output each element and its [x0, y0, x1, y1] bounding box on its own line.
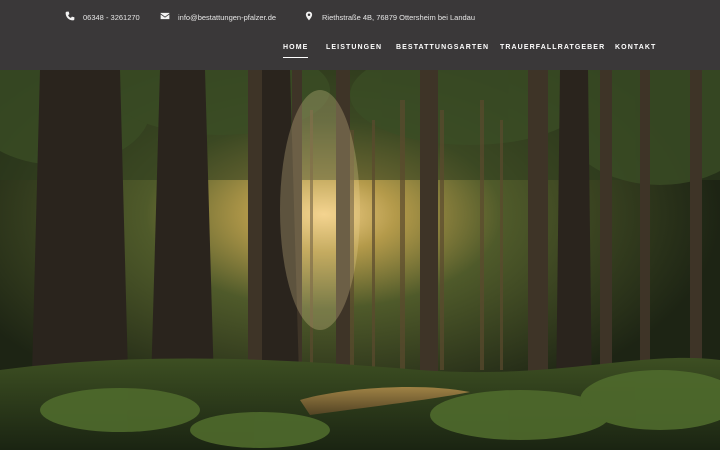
email-address: info@bestattungen-pfalzer.de: [178, 12, 277, 22]
forest-photo: [0, 70, 720, 450]
nav-home[interactable]: HOME: [283, 44, 309, 58]
nav-leistungen[interactable]: LEISTUNGEN: [326, 44, 382, 51]
hero-image: [0, 70, 720, 450]
nav-kontakt[interactable]: KONTAKT: [615, 44, 656, 51]
email-contact[interactable]: info@bestattungen-pfalzer.de: [160, 10, 276, 24]
contact-bar: 06348 - 3261270 info@bestattungen-pfalze…: [0, 10, 720, 24]
main-nav: HOME LEISTUNGEN BESTATTUNGSARTEN TRAUERF…: [0, 44, 720, 60]
phone-icon: [65, 11, 75, 23]
address-text: Riethstraße 4B, 76879 Ottersheim bei Lan…: [322, 12, 476, 22]
nav-bestattungsarten[interactable]: BESTATTUNGSARTEN: [396, 44, 489, 51]
phone-number: 06348 - 3261270: [83, 12, 140, 22]
map-marker-icon: [304, 11, 314, 23]
site-header: 06348 - 3261270 info@bestattungen-pfalze…: [0, 0, 720, 70]
phone-contact[interactable]: 06348 - 3261270: [65, 10, 140, 24]
envelope-icon: [160, 11, 170, 23]
nav-trauerfallratgeber[interactable]: TRAUERFALLRATGEBER: [500, 44, 605, 51]
address-contact[interactable]: Riethstraße 4B, 76879 Ottersheim bei Lan…: [304, 10, 475, 24]
